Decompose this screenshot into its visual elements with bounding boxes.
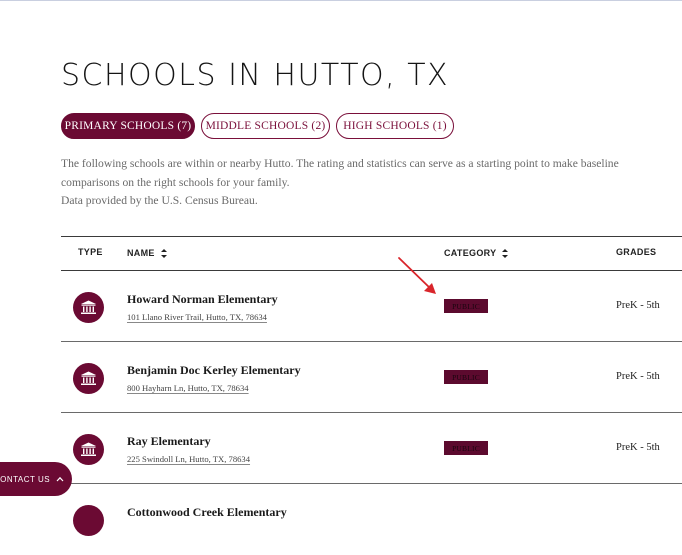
description-text: The following schools are within or near… (61, 157, 619, 189)
school-building-icon (73, 505, 104, 536)
data-source-text: Data provided by the U.S. Census Bureau. (61, 194, 258, 207)
table-top-border (61, 236, 682, 237)
category-badge: PUBLIC (444, 370, 488, 384)
table-row: Howard Norman Elementary 101 Llano River… (61, 271, 682, 342)
tab-primary-schools[interactable]: PRIMARY SCHOOLS (7) (61, 113, 195, 139)
sort-arrows-icon[interactable] (160, 248, 167, 258)
contact-us-button[interactable]: CONTACT US (0, 462, 72, 496)
tab-middle-schools[interactable]: MIDDLE SCHOOLS (2) (201, 113, 330, 139)
header-name-label: NAME (127, 248, 155, 258)
top-border (0, 0, 682, 1)
page-title: SCHOOLS IN HUTTO, TX (61, 58, 450, 93)
header-name[interactable]: NAME (127, 248, 167, 258)
category-badge: PUBLIC (444, 299, 488, 313)
page: SCHOOLS IN HUTTO, TX PRIMARY SCHOOLS (7)… (0, 0, 682, 536)
school-address-link[interactable]: 225 Swindoll Ln, Hutto, TX, 78634 (127, 454, 250, 464)
contact-us-label: CONTACT US (0, 474, 51, 484)
school-name[interactable]: Ray Elementary (127, 434, 211, 449)
school-name[interactable]: Cottonwood Creek Elementary (127, 505, 287, 520)
table-row: Cottonwood Creek Elementary (61, 484, 682, 555)
grades-value: PreK - 5th (616, 371, 660, 382)
grades-value: PreK - 5th (616, 442, 660, 453)
grades-value: PreK - 5th (616, 300, 660, 311)
header-type: TYPE (78, 247, 103, 257)
table-row: Ray Elementary 225 Swindoll Ln, Hutto, T… (61, 413, 682, 484)
annotation-arrow-icon (398, 257, 436, 294)
school-building-icon (73, 292, 104, 323)
chevron-up-icon (56, 476, 64, 482)
school-name[interactable]: Howard Norman Elementary (127, 292, 278, 307)
school-name[interactable]: Benjamin Doc Kerley Elementary (127, 363, 301, 378)
school-address-link[interactable]: 101 Llano River Trail, Hutto, TX, 78634 (127, 312, 267, 322)
header-type-label: TYPE (78, 247, 103, 257)
school-building-icon (73, 434, 104, 465)
header-category-label: CATEGORY (444, 248, 497, 258)
category-badge: PUBLIC (444, 441, 488, 455)
tab-high-schools[interactable]: HIGH SCHOOLS (1) (336, 113, 454, 139)
school-address-link[interactable]: 800 Hayharn Ln, Hutto, TX, 78634 (127, 383, 249, 393)
header-category[interactable]: CATEGORY (444, 248, 509, 258)
sort-arrows-icon[interactable] (502, 248, 509, 258)
header-grades-label: GRADES (616, 247, 657, 257)
schools-description: The following schools are within or near… (61, 155, 661, 211)
school-building-icon (73, 363, 104, 394)
header-grades: GRADES (616, 247, 656, 257)
table-row: Benjamin Doc Kerley Elementary 800 Hayha… (61, 342, 682, 413)
